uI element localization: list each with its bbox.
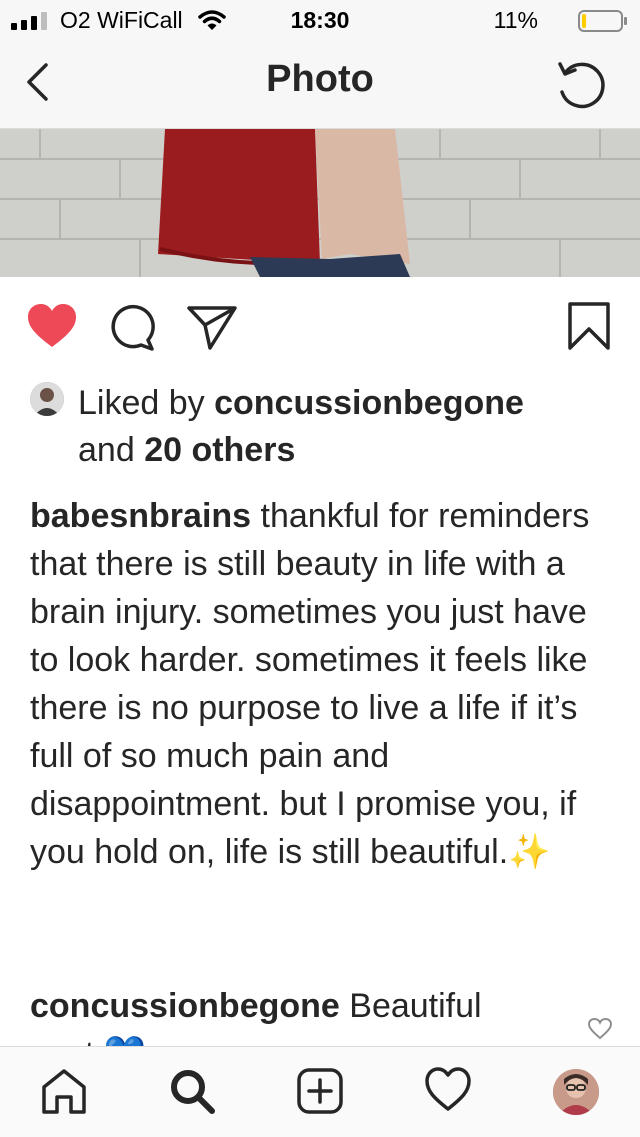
likes-middle: and: [78, 431, 145, 469]
activity-icon[interactable]: [424, 1067, 472, 1113]
likes-others-link[interactable]: 20 others: [144, 431, 295, 469]
nav-bar: Photo: [0, 40, 640, 129]
battery-fill: [582, 14, 587, 28]
profile-avatar-image: [553, 1069, 599, 1115]
liker-avatar-image: [30, 382, 64, 416]
caption-text: thankful for reminders that there is sti…: [30, 497, 590, 871]
post-caption: babesnbrains thankful for reminders that…: [30, 492, 610, 876]
status-bar: O2 WiFiCall 18:30 11%: [0, 0, 640, 40]
post-photo[interactable]: [0, 129, 640, 277]
liker-avatar[interactable]: [30, 382, 64, 416]
tab-bar: [0, 1046, 640, 1137]
refresh-icon[interactable]: [552, 56, 612, 112]
new-post-icon[interactable]: [296, 1067, 344, 1115]
blue-heart-emoji: 💙: [104, 1035, 146, 1046]
comment-icon[interactable]: [108, 303, 158, 353]
liker-username[interactable]: concussionbegone: [214, 384, 524, 422]
page-title: Photo: [266, 58, 374, 100]
comment-text-line2: post: [30, 1035, 94, 1046]
likes-text: Liked by concussionbegone and 20 others: [78, 380, 618, 474]
share-direct-icon[interactable]: [186, 303, 238, 351]
comment-username[interactable]: concussionbegone: [30, 987, 340, 1025]
home-icon[interactable]: [40, 1067, 88, 1115]
search-icon[interactable]: [168, 1067, 216, 1115]
profile-avatar[interactable]: [553, 1069, 599, 1115]
heart-filled-icon[interactable]: [26, 303, 78, 349]
comment-text: Beautiful: [349, 987, 482, 1025]
clock: 18:30: [290, 7, 350, 33]
comment-like-icon[interactable]: [588, 1018, 612, 1040]
likes-prefix: Liked by: [78, 384, 215, 422]
bookmark-icon[interactable]: [566, 301, 612, 351]
post-photo-image: [0, 129, 640, 277]
sparkles-emoji: ✨: [508, 833, 551, 871]
battery-icon: [578, 10, 627, 32]
caption-username[interactable]: babesnbrains: [30, 497, 251, 535]
post-actions: [0, 295, 640, 355]
battery-percent: 11%: [493, 7, 538, 33]
comment-row: concussionbegone Beautiful post 💙: [30, 982, 570, 1046]
